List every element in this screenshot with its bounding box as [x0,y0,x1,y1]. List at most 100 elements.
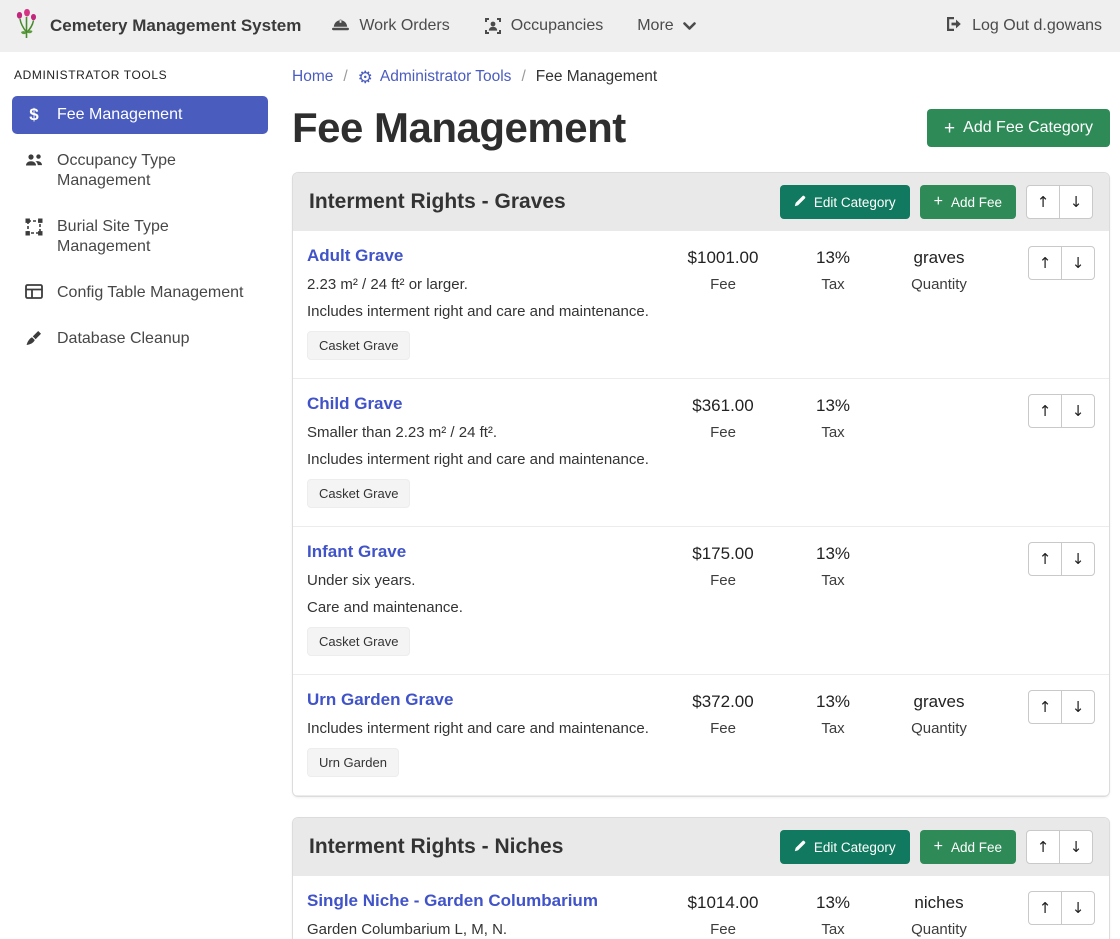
fee-description: Smaller than 2.23 m² / 24 ft². [307,424,663,441]
move-fee-down-button[interactable]: ↓ [1061,246,1095,280]
fee-description: Garden Columbarium L, M, N. [307,921,663,938]
breadcrumb-home-link[interactable]: Home [292,68,333,86]
occupancy-badge-icon [484,17,502,35]
tax-rate: 13% [783,692,883,712]
logout-icon [944,15,963,38]
navbar: Cemetery Management System Work Orders O… [0,0,1120,52]
sidebar-item-config-table-management[interactable]: Config Table Management [12,274,268,312]
quantity-unit: niches [883,893,995,913]
breadcrumb: Home / ⚙ Administrator Tools / Fee Manag… [292,68,1110,86]
sidebar-item-occupancy-type-management[interactable]: Occupancy Type Management [12,142,268,200]
dollar-icon: $ [24,106,44,124]
edit-category-button[interactable]: Edit Category [780,830,910,864]
pencil-icon [794,840,806,855]
fee-row: Urn Garden Grave Includes interment righ… [293,675,1109,796]
fee-reorder-group: ↑ ↓ [1028,891,1095,925]
sidebar-item-burial-site-type-management[interactable]: Burial Site Type Management [12,208,268,266]
pencil-icon [794,195,806,210]
fee-row: Single Niche - Garden Columbarium Garden… [293,876,1109,939]
fee-tag: Casket Grave [307,479,410,508]
nav-label-occupancies: Occupancies [511,17,604,35]
category-title: Interment Rights - Niches [309,835,780,859]
category-reorder-group: ↑ ↓ [1026,830,1093,864]
category-header: Interment Rights - Graves Edit Category … [293,173,1109,231]
move-fee-down-button[interactable]: ↓ [1061,394,1095,428]
move-fee-down-button[interactable]: ↓ [1061,542,1095,576]
tax-label: Tax [783,424,883,441]
brand[interactable]: Cemetery Management System [14,8,301,45]
plus-icon: + [944,119,955,138]
fee-description: Includes interment right and care and ma… [307,451,663,468]
add-fee-button[interactable]: + Add Fee [920,185,1016,219]
add-fee-category-button[interactable]: + Add Fee Category [927,109,1110,147]
logout-link[interactable]: Log Out d.gowans [944,15,1102,38]
fee-description: Care and maintenance. [307,599,663,616]
nav-label-work-orders: Work Orders [359,17,449,35]
move-category-down-button[interactable]: ↓ [1059,185,1093,219]
nav-item-more[interactable]: More [637,17,695,35]
sidebar: ADMINISTRATOR TOOLS $ Fee Management Occ… [0,52,280,939]
sidebar-item-label: Fee Management [57,105,182,125]
fee-amount-label: Fee [663,276,783,293]
nav-item-work-orders[interactable]: Work Orders [331,17,449,35]
fee-name-link[interactable]: Infant Grave [307,542,406,562]
move-fee-up-button[interactable]: ↑ [1028,690,1062,724]
move-fee-up-button[interactable]: ↑ [1028,394,1062,428]
move-fee-up-button[interactable]: ↑ [1028,542,1062,576]
tax-label: Tax [783,276,883,293]
brand-title: Cemetery Management System [50,16,301,36]
site-frame-icon [24,218,44,236]
fee-description: Includes interment right and care and ma… [307,720,663,737]
move-category-up-button[interactable]: ↑ [1026,830,1060,864]
sidebar-heading: ADMINISTRATOR TOOLS [14,68,268,82]
tulip-logo-icon [14,8,40,45]
fee-name-link[interactable]: Child Grave [307,394,402,414]
fee-category-card: Interment Rights - Graves Edit Category … [292,172,1110,797]
fee-category-card: Interment Rights - Niches Edit Category … [292,817,1110,939]
breadcrumb-separator: / [521,68,525,86]
gear-icon: ⚙ [358,69,373,86]
fee-amount: $175.00 [663,544,783,564]
logout-label: Log Out d.gowans [972,17,1102,35]
tax-label: Tax [783,921,883,938]
sidebar-item-label: Config Table Management [57,283,244,303]
move-fee-up-button[interactable]: ↑ [1028,891,1062,925]
sidebar-item-fee-management[interactable]: $ Fee Management [12,96,268,134]
category-list: Interment Rights - Graves Edit Category … [292,172,1110,939]
tax-label: Tax [783,572,883,589]
breadcrumb-admin-tools-link[interactable]: ⚙ Administrator Tools [358,68,512,86]
edit-category-button[interactable]: Edit Category [780,185,910,219]
fee-reorder-group: ↑ ↓ [1028,542,1095,576]
move-category-up-button[interactable]: ↑ [1026,185,1060,219]
breadcrumb-separator: / [343,68,347,86]
hard-hat-icon [331,18,350,35]
quantity-label: Quantity [883,720,995,737]
add-fee-button[interactable]: + Add Fee [920,830,1016,864]
table-icon [24,284,44,299]
nav-item-occupancies[interactable]: Occupancies [484,17,604,35]
edit-category-label: Edit Category [814,195,896,210]
quantity-unit: graves [883,248,995,268]
fee-tag: Casket Grave [307,627,410,656]
fee-reorder-group: ↑ ↓ [1028,246,1095,280]
fee-amount: $372.00 [663,692,783,712]
fee-name-link[interactable]: Adult Grave [307,246,403,266]
sidebar-item-label: Occupancy Type Management [57,151,256,191]
people-icon [24,152,44,168]
move-fee-up-button[interactable]: ↑ [1028,246,1062,280]
move-category-down-button[interactable]: ↓ [1059,830,1093,864]
fee-amount-label: Fee [663,572,783,589]
move-fee-down-button[interactable]: ↓ [1061,690,1095,724]
fee-name-link[interactable]: Urn Garden Grave [307,690,453,710]
edit-category-label: Edit Category [814,840,896,855]
plus-icon: + [934,194,943,210]
fee-amount-label: Fee [663,921,783,938]
fee-reorder-group: ↑ ↓ [1028,690,1095,724]
fee-amount-label: Fee [663,720,783,737]
fee-name-link[interactable]: Single Niche - Garden Columbarium [307,891,598,911]
move-fee-down-button[interactable]: ↓ [1061,891,1095,925]
sidebar-item-label: Database Cleanup [57,329,190,349]
fee-amount-label: Fee [663,424,783,441]
sidebar-item-database-cleanup[interactable]: Database Cleanup [12,320,268,358]
tax-label: Tax [783,720,883,737]
